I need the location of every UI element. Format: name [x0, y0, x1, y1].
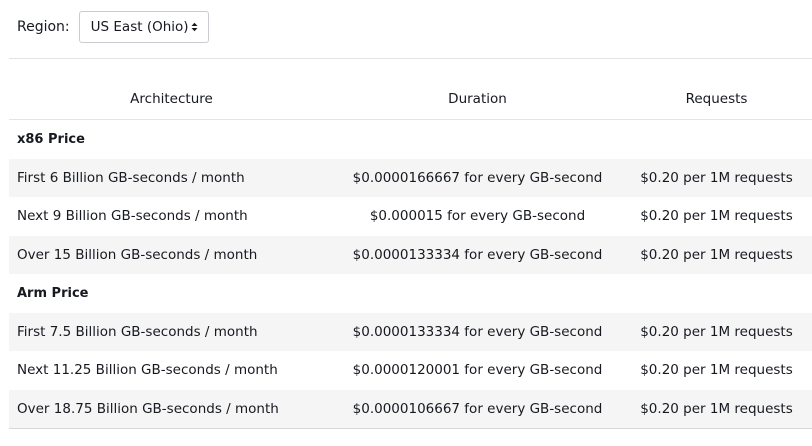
- requests-cell: $0.20 per 1M requests: [621, 312, 812, 351]
- group-title-x86: x86 Price: [9, 119, 812, 159]
- table-header-row: Architecture Duration Requests: [9, 79, 812, 120]
- group-row-arm: Arm Price: [9, 274, 812, 313]
- column-header-requests: Requests: [621, 79, 812, 120]
- table-row: First 7.5 Billion GB-seconds / month $0.…: [9, 312, 812, 351]
- requests-cell: $0.20 per 1M requests: [621, 158, 812, 197]
- tier-cell: Next 11.25 Billion GB-seconds / month: [9, 351, 334, 390]
- duration-cell: $0.0000120001 for every GB-second: [334, 351, 621, 390]
- pricing-table: Architecture Duration Requests x86 Price…: [9, 79, 812, 429]
- tier-cell: Next 9 Billion GB-seconds / month: [9, 197, 334, 236]
- requests-cell: $0.20 per 1M requests: [621, 389, 812, 429]
- chevron-up-down-icon: [191, 22, 198, 32]
- tier-cell: Over 18.75 Billion GB-seconds / month: [9, 389, 334, 429]
- region-select[interactable]: US East (Ohio): [78, 11, 209, 43]
- tier-cell: First 6 Billion GB-seconds / month: [9, 158, 334, 197]
- column-header-duration: Duration: [334, 79, 621, 120]
- duration-cell: $0.0000166667 for every GB-second: [334, 158, 621, 197]
- tier-cell: First 7.5 Billion GB-seconds / month: [9, 312, 334, 351]
- duration-cell: $0.0000133334 for every GB-second: [334, 235, 621, 274]
- region-select-value: US East (Ohio): [90, 19, 189, 35]
- requests-cell: $0.20 per 1M requests: [621, 351, 812, 390]
- table-row: Over 18.75 Billion GB-seconds / month $0…: [9, 389, 812, 429]
- tier-cell: Over 15 Billion GB-seconds / month: [9, 235, 334, 274]
- table-row: Over 15 Billion GB-seconds / month $0.00…: [9, 235, 812, 274]
- column-header-architecture: Architecture: [9, 79, 334, 120]
- region-selector-bar: Region: US East (Ohio): [17, 11, 209, 43]
- section-divider: [9, 58, 812, 59]
- table-row: First 6 Billion GB-seconds / month $0.00…: [9, 158, 812, 197]
- table-row: Next 9 Billion GB-seconds / month $0.000…: [9, 197, 812, 236]
- requests-cell: $0.20 per 1M requests: [621, 197, 812, 236]
- duration-cell: $0.0000133334 for every GB-second: [334, 312, 621, 351]
- group-row-x86: x86 Price: [9, 119, 812, 159]
- table-row: Next 11.25 Billion GB-seconds / month $0…: [9, 351, 812, 390]
- region-label: Region:: [17, 19, 70, 35]
- duration-cell: $0.000015 for every GB-second: [334, 197, 621, 236]
- requests-cell: $0.20 per 1M requests: [621, 235, 812, 274]
- group-title-arm: Arm Price: [9, 274, 812, 313]
- duration-cell: $0.0000106667 for every GB-second: [334, 389, 621, 429]
